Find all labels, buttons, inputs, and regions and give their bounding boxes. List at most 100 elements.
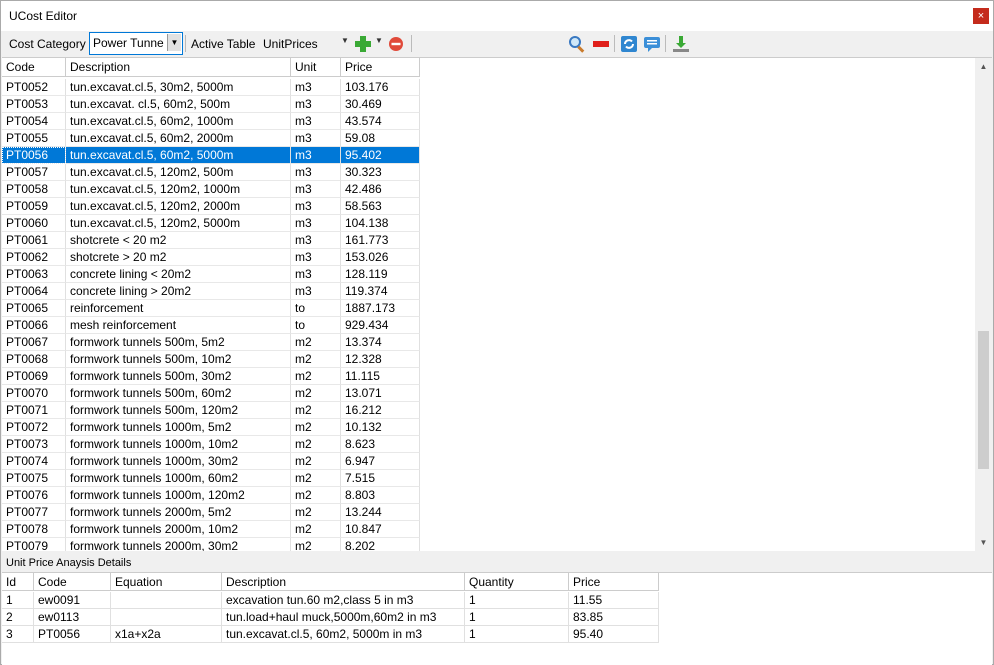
cell-code[interactable]: PT0079 <box>2 538 66 551</box>
cell-unit[interactable]: m3 <box>291 96 341 113</box>
cell-price[interactable]: 13.374 <box>341 334 420 351</box>
cell-code[interactable]: PT0071 <box>2 402 66 419</box>
cell-description[interactable]: tun.excavat.cl.5, 60m2, 1000m <box>66 113 291 130</box>
cell-code[interactable]: PT0060 <box>2 215 66 232</box>
table-row[interactable]: PT0057 tun.excavat.cl.5, 120m2, 500m m3 30.… <box>2 164 420 181</box>
cell-price[interactable]: 7.515 <box>341 470 420 487</box>
cell-description[interactable]: shotcrete < 20 m2 <box>66 232 291 249</box>
cell-unit[interactable]: m3 <box>291 113 341 130</box>
cell-price[interactable]: 11.115 <box>341 368 420 385</box>
cell-unit[interactable]: m2 <box>291 402 341 419</box>
cell-description[interactable]: formwork tunnels 500m, 5m2 <box>66 334 291 351</box>
details-cell-price[interactable]: 95.40 <box>569 626 659 643</box>
cell-unit[interactable]: m3 <box>291 215 341 232</box>
cell-unit[interactable]: m2 <box>291 487 341 504</box>
cell-code[interactable]: PT0077 <box>2 504 66 521</box>
cell-price[interactable]: 103.176 <box>341 79 420 96</box>
cell-code[interactable]: PT0055 <box>2 130 66 147</box>
details-column-quantity[interactable]: Quantity <box>465 573 569 591</box>
cell-description[interactable]: formwork tunnels 500m, 30m2 <box>66 368 291 385</box>
chevron-down-icon[interactable]: ▼ <box>167 34 181 51</box>
table-row[interactable]: PT0070 formwork tunnels 500m, 60m2 m2 13.07… <box>2 385 420 402</box>
details-cell-description[interactable]: tun.excavat.cl.5, 60m2, 5000m in m3 <box>222 626 465 643</box>
cell-code[interactable]: PT0075 <box>2 470 66 487</box>
details-column-equation[interactable]: Equation <box>111 573 222 591</box>
cell-code[interactable]: PT0056 <box>2 147 66 164</box>
details-cell-id[interactable]: 3 <box>2 626 34 643</box>
details-cell-description[interactable]: excavation tun.60 m2,class 5 in m3 <box>222 592 465 609</box>
table-row[interactable]: PT0074 formwork tunnels 1000m, 30m2 m2 6.94… <box>2 453 420 470</box>
table-row[interactable]: PT0060 tun.excavat.cl.5, 120m2, 5000m m3 10… <box>2 215 420 232</box>
cell-description[interactable]: formwork tunnels 500m, 120m2 <box>66 402 291 419</box>
cell-description[interactable]: formwork tunnels 1000m, 10m2 <box>66 436 291 453</box>
search-icon[interactable] <box>567 34 587 54</box>
table-row[interactable]: PT0059 tun.excavat.cl.5, 120m2, 2000m m3 58… <box>2 198 420 215</box>
cell-code[interactable]: PT0069 <box>2 368 66 385</box>
cell-code[interactable]: PT0063 <box>2 266 66 283</box>
cell-description[interactable]: mesh reinforcement <box>66 317 291 334</box>
details-cell-price[interactable]: 11.55 <box>569 592 659 609</box>
table-row[interactable]: PT0077 formwork tunnels 2000m, 5m2 m2 13.24… <box>2 504 420 521</box>
details-cell-quantity[interactable]: 1 <box>465 592 569 609</box>
cell-unit[interactable]: m3 <box>291 130 341 147</box>
details-column-id[interactable]: Id <box>2 573 34 591</box>
table-row[interactable]: PT0056 tun.excavat.cl.5, 60m2, 5000m m3 95.… <box>2 147 420 164</box>
cell-description[interactable]: tun.excavat.cl.5, 30m2, 5000m <box>66 79 291 96</box>
cell-unit[interactable]: m2 <box>291 453 341 470</box>
cell-price[interactable]: 13.071 <box>341 385 420 402</box>
details-cell-description[interactable]: tun.load+haul muck,5000m,60m2 in m3 <box>222 609 465 626</box>
cell-code[interactable]: PT0058 <box>2 181 66 198</box>
table-row[interactable]: PT0054 tun.excavat.cl.5, 60m2, 1000m m3 43.… <box>2 113 420 130</box>
cell-code[interactable]: PT0059 <box>2 198 66 215</box>
table-row[interactable]: PT0065 reinforcement to 1887.173 <box>2 300 420 317</box>
details-cell-price[interactable]: 83.85 <box>569 609 659 626</box>
cell-price[interactable]: 30.323 <box>341 164 420 181</box>
cell-code[interactable]: PT0061 <box>2 232 66 249</box>
cell-price[interactable]: 161.773 <box>341 232 420 249</box>
cell-code[interactable]: PT0062 <box>2 249 66 266</box>
cell-code[interactable]: PT0068 <box>2 351 66 368</box>
table-row[interactable]: PT0068 formwork tunnels 500m, 10m2 m2 12.32… <box>2 351 420 368</box>
cell-unit[interactable]: m3 <box>291 283 341 300</box>
table-row[interactable]: PT0067 formwork tunnels 500m, 5m2 m2 13.374 <box>2 334 420 351</box>
cell-unit[interactable]: m2 <box>291 334 341 351</box>
scroll-up-icon[interactable]: ▲ <box>975 58 992 75</box>
table-row[interactable]: PT0055 tun.excavat.cl.5, 60m2, 2000m m3 59.… <box>2 130 420 147</box>
cell-code[interactable]: PT0073 <box>2 436 66 453</box>
cell-price[interactable]: 6.947 <box>341 453 420 470</box>
cell-price[interactable]: 58.563 <box>341 198 420 215</box>
cell-price[interactable]: 153.026 <box>341 249 420 266</box>
active-table-dropdown-icon[interactable]: ▼ <box>341 36 349 45</box>
cell-price[interactable]: 16.212 <box>341 402 420 419</box>
active-table-value[interactable]: UnitPrices <box>263 37 318 51</box>
details-cell-code[interactable]: ew0113 <box>34 609 111 626</box>
table-row[interactable]: PT0052 tun.excavat.cl.5, 30m2, 5000m m3 103… <box>2 79 420 96</box>
cell-unit[interactable]: m3 <box>291 249 341 266</box>
details-cell-id[interactable]: 1 <box>2 592 34 609</box>
delete-icon[interactable] <box>591 34 611 54</box>
details-cell-quantity[interactable]: 1 <box>465 626 569 643</box>
details-cell-id[interactable]: 2 <box>2 609 34 626</box>
cell-code[interactable]: PT0072 <box>2 419 66 436</box>
cell-unit[interactable]: to <box>291 317 341 334</box>
column-header-unit[interactable]: Unit <box>291 58 341 76</box>
table-row[interactable]: PT0064 concrete lining > 20m2 m3 119.374 <box>2 283 420 300</box>
cell-description[interactable]: formwork tunnels 500m, 60m2 <box>66 385 291 402</box>
cell-description[interactable]: formwork tunnels 1000m, 120m2 <box>66 487 291 504</box>
cell-code[interactable]: PT0066 <box>2 317 66 334</box>
cell-unit[interactable]: m2 <box>291 504 341 521</box>
cell-description[interactable]: formwork tunnels 2000m, 10m2 <box>66 521 291 538</box>
cell-description[interactable]: tun.excavat. cl.5, 60m2, 500m <box>66 96 291 113</box>
close-button[interactable]: × <box>973 8 989 24</box>
cell-code[interactable]: PT0074 <box>2 453 66 470</box>
cell-description[interactable]: concrete lining < 20m2 <box>66 266 291 283</box>
scrollbar-thumb[interactable] <box>978 331 989 469</box>
cell-description[interactable]: formwork tunnels 1000m, 30m2 <box>66 453 291 470</box>
column-header-code[interactable]: Code <box>2 58 66 76</box>
table-row[interactable]: PT0079 formwork tunnels 2000m, 30m2 m2 8.20… <box>2 538 420 551</box>
refresh-icon[interactable] <box>619 34 639 54</box>
cell-unit[interactable]: m2 <box>291 385 341 402</box>
cell-unit[interactable]: m3 <box>291 181 341 198</box>
cell-unit[interactable]: m2 <box>291 368 341 385</box>
add-dropdown-icon[interactable]: ▼ <box>375 36 383 45</box>
